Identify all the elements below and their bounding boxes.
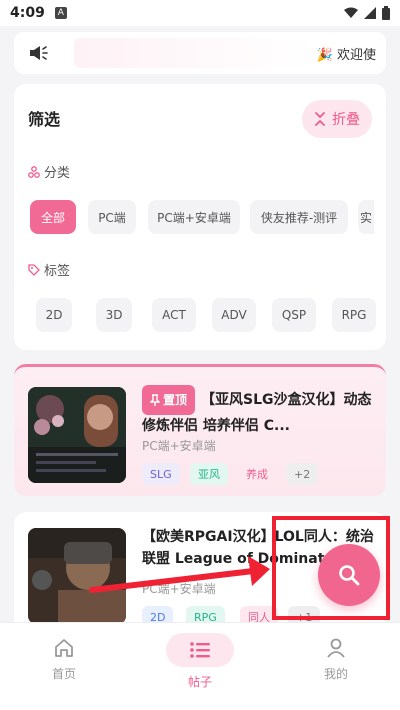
announcement-bar[interactable]: 🎉 欢迎使 (14, 32, 386, 74)
category-heading: 分类 (28, 162, 70, 181)
post-thumbnail (28, 528, 126, 624)
list-icon (190, 642, 210, 658)
post-card-pinned[interactable]: 置顶 【亚风SLG沙盒汉化】动态 修炼伴侣 培养伴侣 C... PC端+安卓端 … (14, 364, 386, 496)
wifi-icon (344, 7, 358, 18)
category-chip-pc-android[interactable]: PC端+安卓端 (148, 200, 240, 234)
tag-heading: 标签 (28, 260, 70, 279)
filter-title: 筛选 (28, 110, 61, 129)
fold-label: 折叠 (332, 112, 360, 128)
nav-posts-label: 帖子 (187, 675, 212, 689)
category-chip-all[interactable]: 全部 (30, 200, 76, 234)
tag-chip-rpg[interactable]: RPG (332, 298, 376, 332)
tag-chip-3d[interactable]: 3D (96, 298, 132, 332)
category-chip-pc[interactable]: PC端 (88, 200, 136, 234)
status-time: 4:09 (10, 5, 45, 21)
search-button[interactable] (318, 544, 380, 606)
post-tag-raise[interactable]: 养成 (238, 463, 276, 485)
post-platform: PC端+安卓端 (142, 582, 216, 596)
user-icon (327, 638, 345, 658)
fold-button[interactable]: 折叠 (302, 100, 372, 138)
battery-icon (382, 6, 390, 20)
status-bar: 4:09 A (0, 0, 400, 26)
tag-chip-adv[interactable]: ADV (212, 298, 256, 332)
bottom-nav: 首页 帖子 我的 (0, 622, 400, 710)
pinned-label: 置顶 (163, 393, 188, 407)
post-title: 置顶 【亚风SLG沙盒汉化】动态 修炼伴侣 培养伴侣 C... (142, 385, 374, 437)
tag-chip-2d[interactable]: 2D (36, 298, 72, 332)
status-icons (344, 6, 390, 20)
post-tag-asian[interactable]: 亚风 (190, 463, 228, 485)
search-icon (339, 565, 360, 586)
nav-posts[interactable]: 帖子 (160, 633, 240, 690)
home-icon (55, 639, 73, 657)
notification-a-icon: A (54, 7, 67, 19)
category-label: 分类 (44, 166, 71, 181)
nav-mine[interactable]: 我的 (296, 637, 376, 682)
pinned-badge: 置顶 (142, 385, 196, 415)
pin-icon (150, 394, 160, 406)
post-platform: PC端+安卓端 (142, 439, 216, 453)
post-tag-slg[interactable]: SLG (142, 463, 180, 485)
post-tag-more[interactable]: +2 (286, 463, 319, 485)
category-icon (28, 165, 40, 178)
filter-panel: 筛选 折叠 分类 全部 PC端 PC端+安卓端 侠友推荐-测评 实 标签 2D … (14, 84, 386, 350)
megaphone-icon (28, 44, 48, 66)
announcement-text: 🎉 欢迎使 (316, 48, 376, 63)
tag-chip-act[interactable]: ACT (152, 298, 196, 332)
tag-chip-qsp[interactable]: QSP (272, 298, 316, 332)
signal-icon (364, 7, 376, 19)
category-chip-recommend[interactable]: 侠友推荐-测评 (250, 200, 348, 234)
announcement-fade (74, 38, 314, 68)
nav-posts-pill (166, 633, 234, 667)
post-thumbnail (28, 387, 126, 483)
category-chip-more[interactable]: 实 (358, 200, 374, 234)
tag-icon (28, 263, 40, 276)
tag-label: 标签 (44, 264, 71, 279)
collapse-icon (315, 112, 325, 126)
nav-mine-label: 我的 (323, 667, 348, 681)
nav-home-label: 首页 (51, 667, 76, 681)
nav-home[interactable]: 首页 (24, 637, 104, 682)
